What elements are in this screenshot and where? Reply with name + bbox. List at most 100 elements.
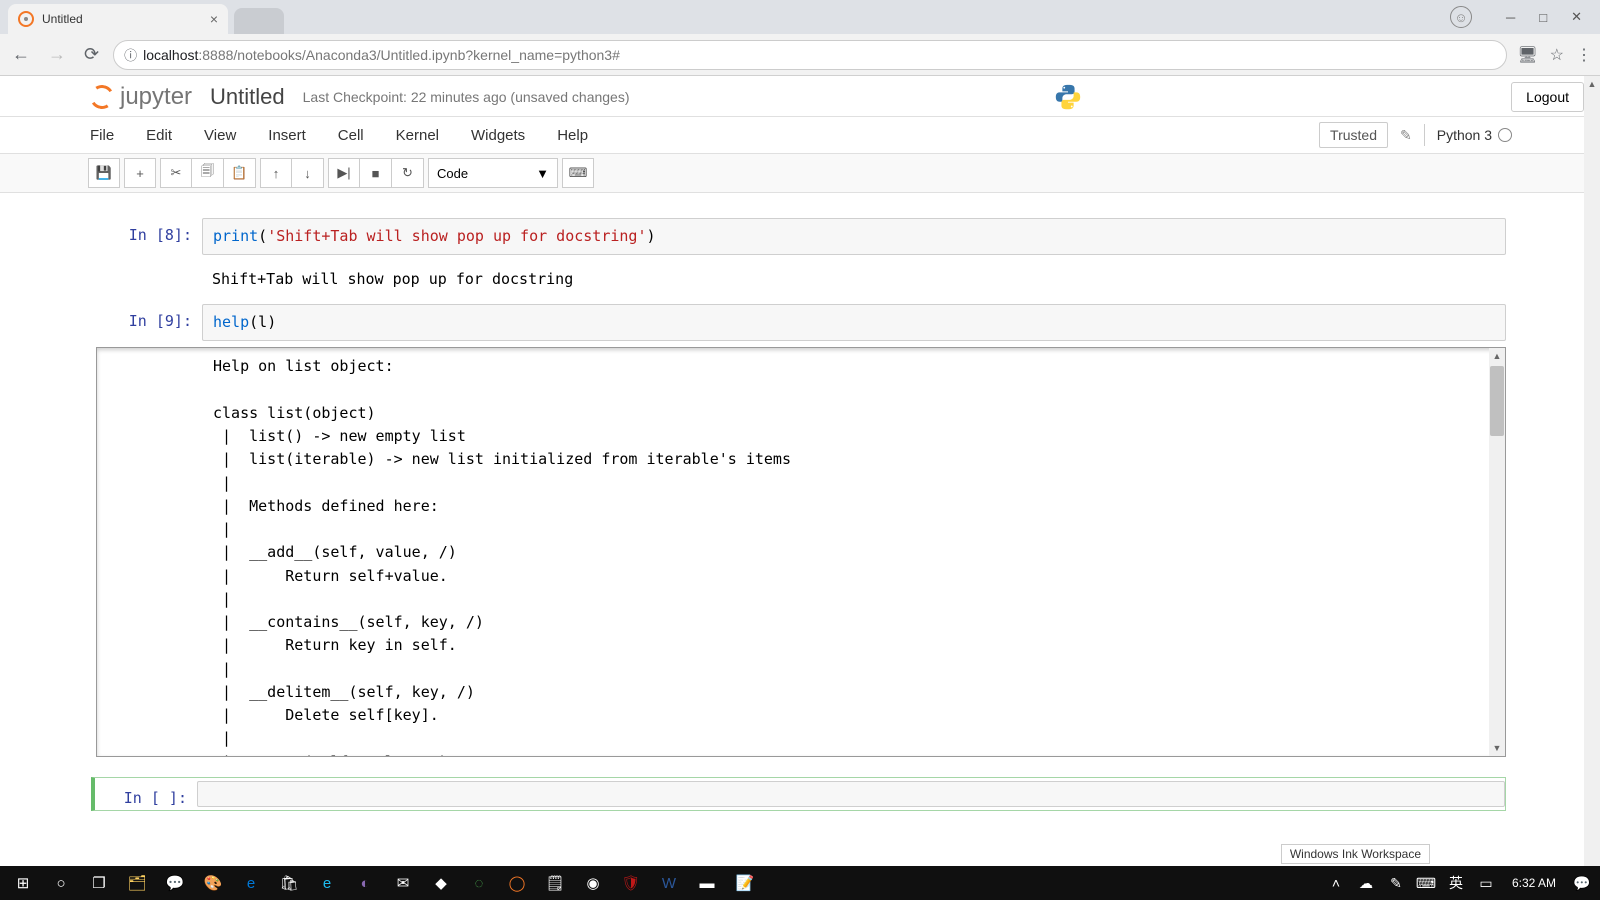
spinner-icon[interactable]: ◌ (460, 868, 498, 898)
address-bar: ← → ⟳ ⓘ localhost:8888/notebooks/Anacond… (0, 34, 1600, 76)
kernel-status-icon (1498, 128, 1512, 142)
translate-icon[interactable]: 🖥 (1517, 45, 1537, 65)
trusted-indicator[interactable]: Trusted (1319, 122, 1388, 148)
site-info-icon[interactable]: ⓘ (124, 45, 137, 64)
edit-icon[interactable]: ✎ (1400, 127, 1412, 144)
insert-cell-button[interactable]: + (124, 158, 156, 188)
reload-icon[interactable]: ⟳ (80, 44, 103, 65)
clock[interactable]: 6:32 AM (1502, 876, 1566, 890)
mcafee-icon[interactable]: 🛡 (612, 868, 650, 898)
cell-output: Shift+Tab will show pop up for docstring (202, 261, 1506, 298)
interrupt-button[interactable]: ■ (360, 158, 392, 188)
user-profile-icon[interactable]: ☺ (1450, 6, 1472, 28)
move-up-button[interactable]: ↑ (260, 158, 292, 188)
start-button[interactable]: ⊞ (4, 868, 42, 898)
ink-workspace-icon[interactable]: ✎ (1382, 868, 1410, 898)
paste-button[interactable]: 📋 (224, 158, 256, 188)
chrome-menu-icon[interactable]: ⋮ (1576, 45, 1592, 65)
scroll-thumb[interactable] (1490, 366, 1504, 436)
url-input[interactable]: ⓘ localhost:8888/notebooks/Anaconda3/Unt… (113, 40, 1507, 70)
menu-file[interactable]: File (88, 123, 116, 148)
close-window-icon[interactable]: ✕ (1571, 9, 1582, 25)
bookmark-star-icon[interactable]: ☆ (1550, 45, 1564, 65)
edge-icon[interactable]: e (232, 868, 270, 898)
code-cell[interactable]: In [8]: print('Shift+Tab will show pop u… (96, 218, 1506, 255)
eclipse-icon[interactable]: ◐ (346, 868, 384, 898)
tray-expand-icon[interactable]: ˄ (1322, 868, 1350, 898)
scroll-up-icon[interactable]: ▲ (1584, 76, 1600, 92)
scroll-down-icon[interactable]: ▼ (1489, 740, 1505, 756)
file-explorer-icon[interactable]: 🗂 (118, 868, 156, 898)
output-prompt (96, 261, 202, 298)
menu-insert[interactable]: Insert (266, 123, 308, 148)
app-icon[interactable]: ◆ (422, 868, 460, 898)
jupyter-header: jupyter Untitled Last Checkpoint: 22 min… (0, 76, 1600, 116)
jupyter-logo[interactable]: jupyter (88, 83, 192, 111)
input-prompt: In [8]: (96, 218, 202, 255)
menu-help[interactable]: Help (555, 123, 590, 148)
divider (1424, 124, 1425, 146)
store-icon[interactable]: 🛍 (270, 868, 308, 898)
notebook-container: In [8]: print('Shift+Tab will show pop u… (0, 218, 1584, 866)
logout-button[interactable]: Logout (1511, 82, 1584, 112)
cortana-icon[interactable]: ○ (42, 868, 80, 898)
page-scrollbar[interactable]: ▲ (1584, 76, 1600, 866)
chevron-down-icon: ▼ (536, 166, 549, 181)
copy-button[interactable]: 🗐 (192, 158, 224, 188)
browser-tab[interactable]: Untitled × (8, 4, 228, 34)
onedrive-icon[interactable]: ☁ (1352, 868, 1380, 898)
notifications-icon[interactable]: 💬 (1568, 868, 1596, 898)
code-input[interactable]: print('Shift+Tab will show pop up for do… (202, 218, 1506, 255)
close-tab-icon[interactable]: × (210, 11, 218, 27)
back-icon[interactable]: ← (8, 44, 34, 65)
menu-widgets[interactable]: Widgets (469, 123, 527, 148)
action-center-icon[interactable]: ▭ (1472, 868, 1500, 898)
cell-type-value: Code (437, 166, 468, 181)
terminal-icon[interactable]: ▬ (688, 868, 726, 898)
browser-tab-strip: Untitled × ☺ ─ □ ✕ (0, 0, 1600, 34)
kernel-name: Python 3 (1437, 127, 1492, 143)
code-cell-selected[interactable]: In [ ]: (91, 777, 1506, 811)
chrome-icon[interactable]: ◉ (574, 868, 612, 898)
url-port: :8888 (198, 47, 233, 63)
new-tab-hint[interactable] (234, 8, 284, 34)
save-button[interactable]: 💾 (88, 158, 120, 188)
move-down-button[interactable]: ↓ (292, 158, 324, 188)
cell-type-select[interactable]: Code ▼ (428, 158, 558, 188)
scroll-up-icon[interactable]: ▲ (1489, 348, 1505, 364)
paint-icon[interactable]: 🎨 (194, 868, 232, 898)
maximize-icon[interactable]: □ (1539, 10, 1547, 25)
notepad-icon[interactable]: 📝 (726, 868, 764, 898)
jupyter-taskbar-icon[interactable]: ◯ (498, 868, 536, 898)
menu-edit[interactable]: Edit (144, 123, 174, 148)
task-view-icon[interactable]: ❐ (80, 868, 118, 898)
code-input[interactable]: help(l) (202, 304, 1506, 341)
menu-cell[interactable]: Cell (336, 123, 366, 148)
mail-icon[interactable]: ✉ (384, 868, 422, 898)
cut-button[interactable]: ✂ (160, 158, 192, 188)
windows-taskbar: ⊞ ○ ❐ 🗂 💬 🎨 e 🛍 e ◐ ✉ ◆ ◌ ◯ 🗒 ◉ 🛡 W ▬ 📝 … (0, 866, 1600, 900)
word-icon[interactable]: W (650, 868, 688, 898)
menu-view[interactable]: View (202, 123, 238, 148)
kernel-indicator[interactable]: Python 3 (1437, 127, 1512, 143)
checkpoint-status: Last Checkpoint: 22 minutes ago (unsaved… (303, 89, 630, 105)
notebook-title[interactable]: Untitled (210, 84, 285, 110)
line-app-icon[interactable]: 💬 (156, 868, 194, 898)
code-cell[interactable]: In [9]: help(l) (96, 304, 1506, 341)
jupyter-logo-icon (88, 83, 116, 111)
ie-icon[interactable]: e (308, 868, 346, 898)
output-prompt (97, 348, 203, 756)
output-scrollbar[interactable]: ▲ ▼ (1489, 348, 1505, 756)
ink-workspace-tooltip: Windows Ink Workspace (1281, 844, 1430, 864)
code-input[interactable] (197, 781, 1505, 807)
menu-kernel[interactable]: Kernel (394, 123, 441, 148)
minimize-icon[interactable]: ─ (1506, 10, 1515, 25)
run-button[interactable]: ▶| (328, 158, 360, 188)
ime-indicator[interactable]: 英 (1442, 868, 1470, 898)
input-prompt: In [ ]: (95, 781, 197, 807)
url-path: /notebooks/Anaconda3/Untitled.ipynb?kern… (233, 47, 619, 63)
touch-keyboard-icon[interactable]: ⌨ (1412, 868, 1440, 898)
sticky-notes-icon[interactable]: 🗒 (536, 868, 574, 898)
restart-button[interactable]: ↻ (392, 158, 424, 188)
command-palette-button[interactable]: ⌨ (562, 158, 594, 188)
